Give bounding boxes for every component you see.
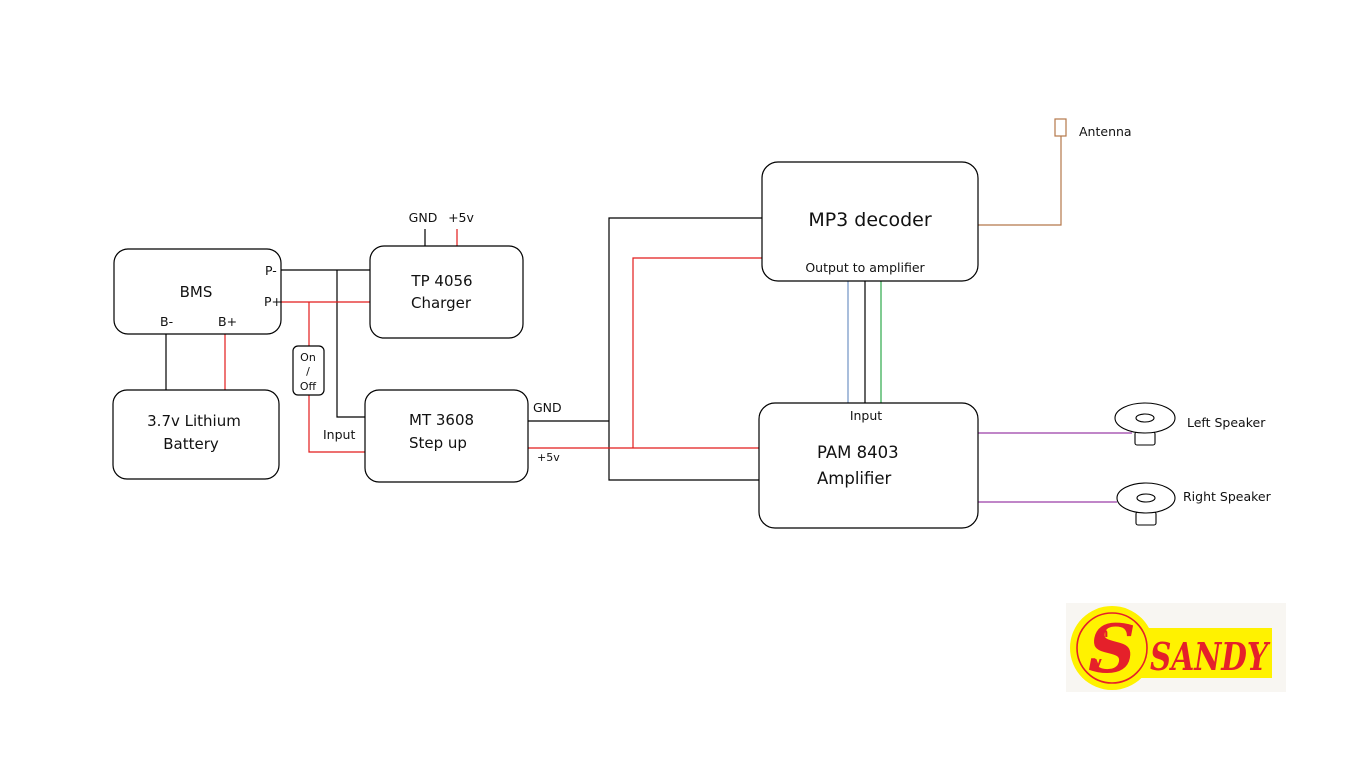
- decoder-label: MP3 decoder: [808, 209, 932, 231]
- amplifier-input-label: Input: [850, 408, 882, 423]
- bms-pin-b-minus: B-: [160, 314, 173, 329]
- bms-pin-p-minus: P-: [265, 263, 277, 278]
- battery-block[interactable]: 3.7v Lithium Battery: [112, 389, 280, 480]
- antenna[interactable]: Antenna: [1054, 118, 1132, 139]
- stepup-label-line1: MT 3608: [409, 411, 474, 429]
- bms-pin-b-plus: B+: [218, 314, 237, 329]
- switch-label-on: On: [300, 351, 316, 364]
- sandy-logo: S n y SANDY: [1066, 603, 1286, 692]
- mp3-decoder-block[interactable]: MP3 decoder Output to amplifier: [761, 161, 979, 282]
- decoder-output-label: Output to amplifier: [805, 260, 925, 275]
- battery-label-line2: Battery: [163, 435, 219, 453]
- stepup-pin-5v: +5v: [537, 451, 560, 464]
- wire-pminus-stepup: [336, 270, 366, 418]
- charger-block[interactable]: TP 4056 Charger GND +5v: [369, 210, 524, 339]
- charger-label-line2: Charger: [411, 294, 472, 312]
- antenna-icon: [1054, 118, 1067, 137]
- logo-monogram: S: [1088, 610, 1136, 688]
- amplifier-label-line1: PAM 8403: [817, 443, 899, 462]
- charger-pin-5v: +5v: [448, 210, 474, 225]
- stepup-pin-gnd: GND: [533, 400, 562, 415]
- switch-label-off: Off: [300, 380, 317, 393]
- right-speaker-label: Right Speaker: [1183, 489, 1272, 504]
- wire-gnd-bus: [608, 217, 762, 481]
- logo-brand-text: SANDY: [1150, 634, 1271, 679]
- logo-monogram-y: y: [1094, 655, 1102, 669]
- bms-label: BMS: [180, 283, 213, 301]
- amplifier-label-line2: Amplifier: [817, 469, 892, 488]
- logo-monogram-n: n: [1100, 626, 1109, 640]
- stepup-input-label: Input: [323, 427, 355, 442]
- amplifier-block[interactable]: Input PAM 8403 Amplifier: [758, 402, 979, 529]
- wiring-diagram: BMS P- P+ B- B+ 3.7v Lithium Battery TP …: [112, 118, 1286, 692]
- left-speaker-label: Left Speaker: [1187, 415, 1266, 430]
- wire-5v-decoder: [632, 257, 762, 448]
- charger-pin-gnd: GND: [409, 210, 438, 225]
- antenna-label: Antenna: [1079, 124, 1132, 139]
- stepup-block[interactable]: MT 3608 Step up Input GND +5v: [323, 389, 562, 483]
- wires: [165, 136, 1132, 503]
- battery-label-line1: 3.7v Lithium: [147, 412, 241, 430]
- left-speaker[interactable]: Left Speaker: [1114, 402, 1266, 446]
- wire-antenna: [978, 136, 1062, 226]
- right-speaker[interactable]: Right Speaker: [1116, 482, 1272, 526]
- on-off-switch[interactable]: On / Off: [292, 345, 325, 396]
- bms-pin-p-plus: P+: [264, 294, 282, 309]
- switch-label-slash: /: [306, 365, 310, 378]
- charger-label-line1: TP 4056: [410, 272, 472, 290]
- speaker-icon: [1114, 402, 1176, 446]
- bms-block[interactable]: BMS P- P+ B- B+: [113, 248, 282, 335]
- stepup-label-line2: Step up: [409, 434, 467, 452]
- speaker-icon: [1116, 482, 1176, 526]
